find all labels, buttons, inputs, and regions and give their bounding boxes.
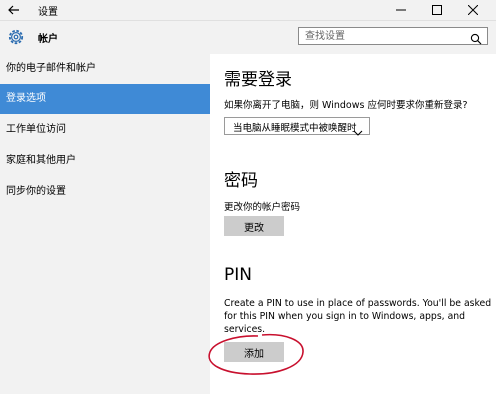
signin-timing-select[interactable]: 当电脑从睡眠模式中被唤醒时 xyxy=(224,117,370,136)
close-icon[interactable] xyxy=(456,0,490,20)
pin-section-title: PIN xyxy=(224,265,252,285)
pin-description: Create a PIN to use in place of password… xyxy=(224,298,492,335)
search-input[interactable] xyxy=(305,28,460,44)
signin-question: 如果你离开了电脑，则 Windows 应何时要求你重新登录? xyxy=(224,100,468,111)
password-section-title: 密码 xyxy=(224,171,258,191)
title-bar: 设置 xyxy=(0,0,496,21)
back-arrow-icon[interactable] xyxy=(6,2,22,18)
main-content: 需要登录 如果你离开了电脑，则 Windows 应何时要求你重新登录? 当电脑从… xyxy=(210,54,496,394)
select-value: 当电脑从睡眠模式中被唤醒时 xyxy=(233,123,357,134)
sidebar-item-work-access[interactable]: 工作单位访问 xyxy=(0,115,210,145)
chevron-down-icon xyxy=(353,122,363,136)
sidebar-item-sync-settings[interactable]: 同步你的设置 xyxy=(0,177,210,207)
password-description: 更改你的帐户密码 xyxy=(224,202,301,213)
gear-icon xyxy=(6,27,26,47)
sidebar-item-family-users[interactable]: 家庭和其他用户 xyxy=(0,146,210,176)
maximize-icon[interactable] xyxy=(420,0,454,20)
signin-section-title: 需要登录 xyxy=(224,70,292,90)
minimize-icon[interactable] xyxy=(384,0,418,20)
sidebar-item-email-accounts[interactable]: 你的电子邮件和帐户 xyxy=(0,54,210,84)
search-box[interactable] xyxy=(298,27,488,45)
search-icon[interactable] xyxy=(470,30,482,45)
page-title: 帐户 xyxy=(38,34,58,45)
settings-window: 设置 帐户 你的电子邮件和帐户 xyxy=(0,0,496,394)
change-password-button[interactable]: 更改 xyxy=(224,216,284,236)
add-pin-button[interactable]: 添加 xyxy=(224,342,284,362)
sidebar: 你的电子邮件和帐户 登录选项 工作单位访问 家庭和其他用户 同步你的设置 xyxy=(0,54,210,394)
window-title: 设置 xyxy=(38,7,58,18)
sidebar-item-signin-options[interactable]: 登录选项 xyxy=(0,84,210,114)
